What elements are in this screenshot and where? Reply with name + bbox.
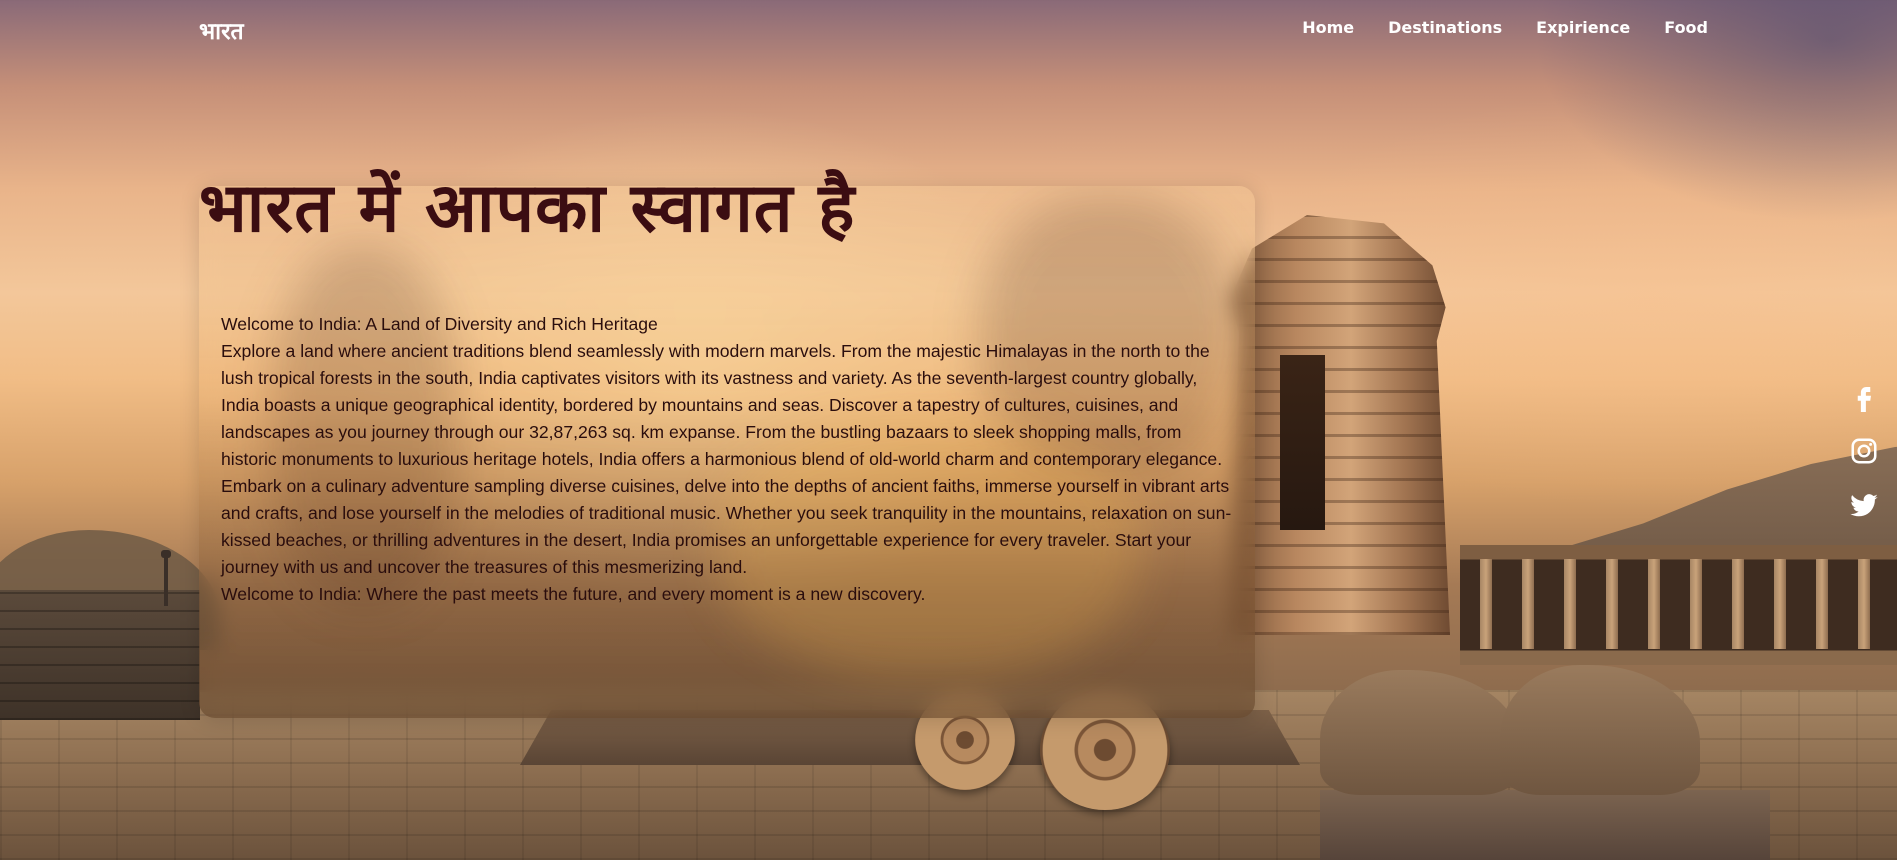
twitter-icon[interactable] [1849,490,1879,520]
nav-link-food[interactable]: Food [1664,18,1708,37]
background-colonnade [1460,545,1897,665]
background-chariot-base [520,710,1300,765]
site-logo[interactable]: भारत [199,14,244,46]
background-temple-door [1280,355,1325,530]
nav-link-home[interactable]: Home [1302,18,1354,37]
intro-body: Explore a land where ancient traditions … [221,341,1232,577]
intro-text: Welcome to India: A Land of Diversity an… [221,311,1233,608]
background-stone-chariot [1230,215,1450,635]
nav-links: Home Destinations Expirience Food [1302,18,1708,37]
facebook-icon[interactable] [1849,382,1879,412]
background-lamp [161,550,171,606]
social-links [1849,382,1879,520]
nav-link-expirience[interactable]: Expirience [1536,18,1630,37]
intro-heading: Welcome to India: A Land of Diversity an… [221,314,658,334]
instagram-icon[interactable] [1849,436,1879,466]
navbar: भारत Home Destinations Expirience Food [0,0,1897,60]
hero-title: भारत में आपका स्वागत है [199,169,856,248]
background-wall [0,590,200,720]
nav-link-destinations[interactable]: Destinations [1388,18,1502,37]
intro-closing: Welcome to India: Where the past meets t… [221,584,926,604]
background-plinth [1320,790,1770,860]
